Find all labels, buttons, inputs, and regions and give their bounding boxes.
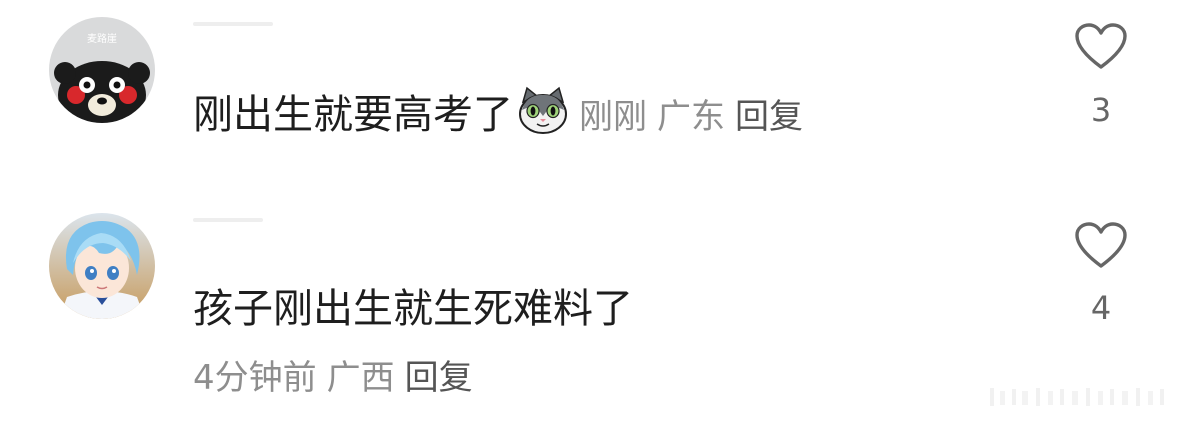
comment-time-2: 4分钟前 bbox=[193, 358, 317, 398]
avatar-watermark-text: 麦路崖 bbox=[87, 32, 117, 45]
kumamon-avatar-image: 麦路崖 bbox=[49, 17, 155, 123]
username-placeholder-2[interactable] bbox=[193, 218, 263, 222]
watermark-logo bbox=[990, 388, 1164, 406]
comment-time-1: 刚刚 bbox=[579, 97, 647, 137]
comment-body-2: 孩子刚出生就生死难料了 bbox=[193, 286, 633, 332]
comment-meta-2: 4分钟前 广西 回复 bbox=[193, 356, 483, 400]
comment-item-1: 麦路崖 刚出生就要高考了 刚刚 广东 回复 3 bbox=[0, 0, 1179, 200]
comment-body-1: 刚出生就要高考了 bbox=[193, 92, 513, 138]
anime-boy-avatar-image bbox=[49, 213, 155, 319]
reply-button-2[interactable]: 回复 bbox=[405, 358, 473, 398]
like-count-2: 4 bbox=[1090, 289, 1112, 327]
heart-outline-icon[interactable] bbox=[1074, 221, 1128, 271]
reply-button-1[interactable]: 回复 bbox=[735, 97, 803, 137]
comment-location-1: 广东 bbox=[657, 97, 725, 137]
username-placeholder-1[interactable] bbox=[193, 22, 273, 26]
comment-meta-1: 刚刚 广东 回复 bbox=[579, 97, 813, 137]
heart-outline-icon[interactable] bbox=[1074, 22, 1128, 72]
comment-text-1[interactable]: 刚出生就要高考了 刚刚 广东 回复 bbox=[193, 86, 813, 142]
comment-text-2[interactable]: 孩子刚出生就生死难料了 bbox=[193, 284, 633, 334]
grey-cat-sticker-icon bbox=[517, 86, 569, 136]
user-avatar-2[interactable] bbox=[49, 213, 155, 319]
like-count-1: 3 bbox=[1090, 91, 1112, 129]
user-avatar-1[interactable]: 麦路崖 bbox=[49, 17, 155, 123]
comment-location-2: 广西 bbox=[326, 358, 395, 398]
